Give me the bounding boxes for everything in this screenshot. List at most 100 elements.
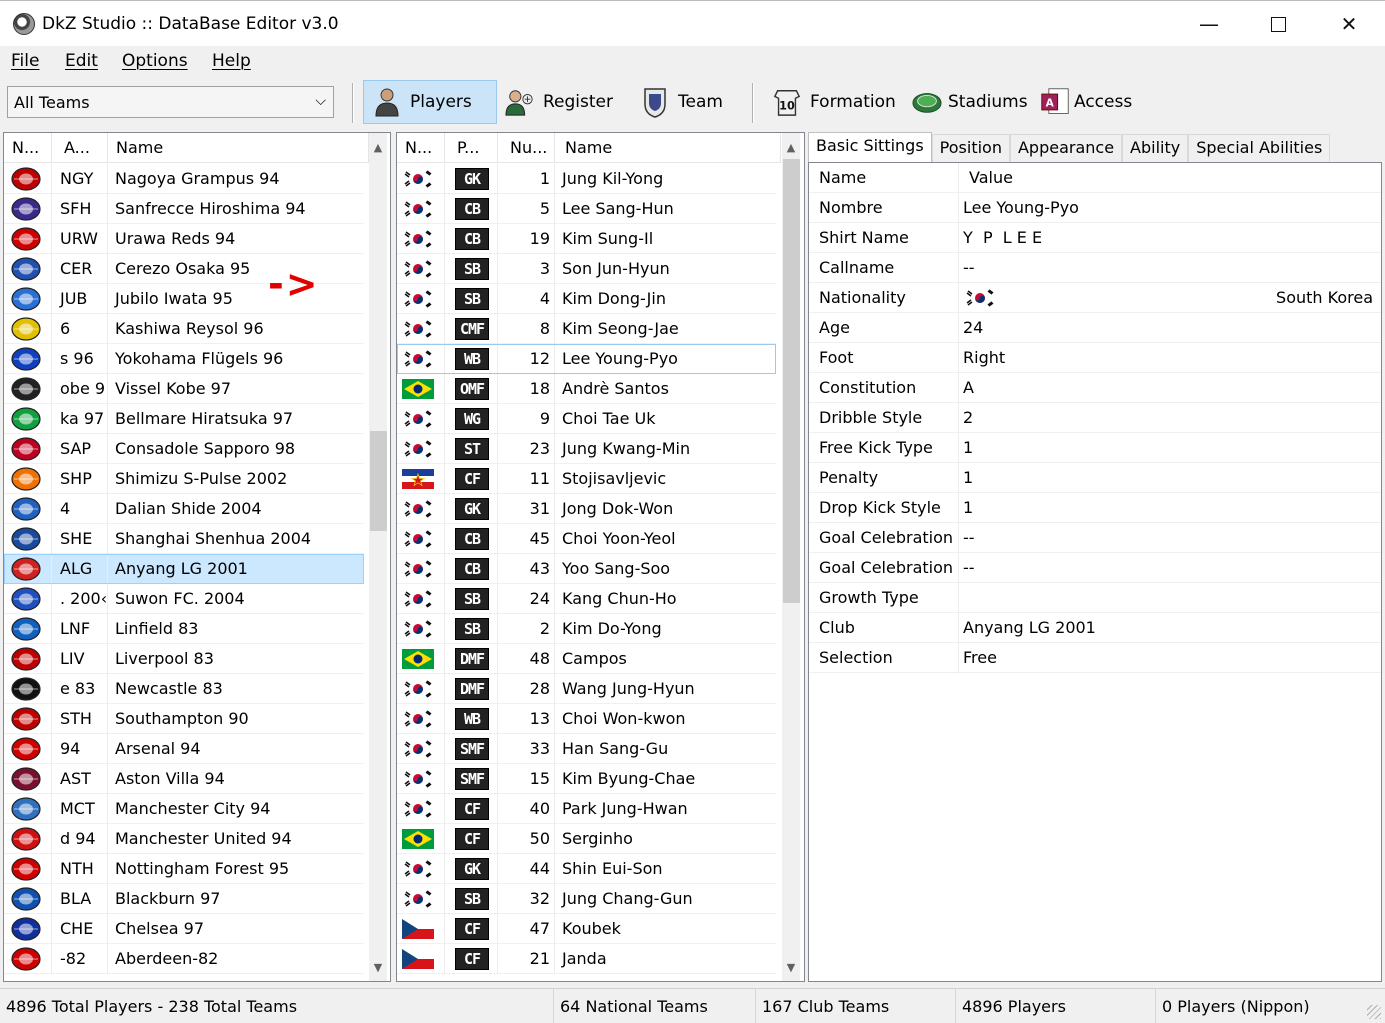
stadiums-button[interactable]: Stadiums	[904, 80, 1032, 124]
scroll-thumb[interactable]	[370, 431, 387, 531]
player-row[interactable]: SB 2 Kim Do-Yong	[397, 613, 776, 644]
team-row[interactable]: STH Southampton 90	[4, 703, 364, 734]
menu-options[interactable]: Options	[122, 51, 188, 71]
property-row[interactable]: Dribble Style 2	[809, 402, 1381, 433]
property-value[interactable]: Right	[959, 343, 1381, 373]
property-value[interactable]: 24	[959, 313, 1381, 343]
player-row[interactable]: GK 1 Jung Kil-Yong	[397, 163, 776, 194]
player-row[interactable]: GK 44 Shin Eui-Son	[397, 853, 776, 884]
property-value[interactable]: Lee Young-Pyo	[959, 193, 1381, 223]
property-value[interactable]: Y P L E E	[959, 223, 1381, 253]
property-value[interactable]: 1	[959, 463, 1381, 493]
property-row[interactable]: Age 24	[809, 312, 1381, 343]
team-row[interactable]: e 83 Newcastle 83	[4, 673, 364, 704]
property-row[interactable]: Shirt Name Y P L E E	[809, 222, 1381, 253]
property-row[interactable]: Selection Free	[809, 642, 1381, 673]
property-value[interactable]: 1	[959, 493, 1381, 523]
property-row[interactable]: Free Kick Type 1	[809, 432, 1381, 463]
property-value[interactable]	[959, 583, 1381, 613]
team-row[interactable]: ka 97 Bellmare Hiratsuka 97	[4, 403, 364, 434]
players-button[interactable]: Players	[363, 80, 497, 124]
property-value[interactable]: --	[959, 253, 1381, 283]
team-row[interactable]: s 96 Yokohama Flügels 96	[4, 343, 364, 374]
team-row[interactable]: NTH Nottingham Forest 95	[4, 853, 364, 884]
players-scrollbar[interactable]: ▲ ▼	[782, 133, 800, 981]
player-row[interactable]: CF 50 Serginho	[397, 823, 776, 854]
property-row[interactable]: Constitution A	[809, 372, 1381, 403]
property-value[interactable]: Free	[959, 643, 1381, 673]
player-row[interactable]: CB 5 Lee Sang-Hun	[397, 193, 776, 224]
property-grid[interactable]: Name Value Nombre Lee Young-Pyo Shirt Name…	[808, 162, 1382, 982]
players-list[interactable]: N... P... Nu... Name GK 1 Jung Kil-Yong CB 5…	[396, 132, 805, 982]
team-button[interactable]: Team	[632, 80, 742, 124]
col-header-abbr[interactable]: A...	[52, 133, 108, 163]
scroll-up-icon[interactable]: ▲	[369, 139, 387, 157]
team-row[interactable]: obe 9 Vissel Kobe 97	[4, 373, 364, 404]
player-row[interactable]: SB 3 Son Jun-Hyun	[397, 253, 776, 284]
team-row[interactable]: . 200‹ Suwon FC. 2004	[4, 583, 364, 614]
team-row[interactable]: BLA Blackburn 97	[4, 883, 364, 914]
player-row[interactable]: SB 4 Kim Dong-Jin	[397, 283, 776, 314]
player-row[interactable]: CB 45 Choi Yoon-Yeol	[397, 523, 776, 554]
maximize-button[interactable]	[1244, 1, 1312, 47]
player-row[interactable]: SMF 15 Kim Byung-Chae	[397, 763, 776, 794]
player-row[interactable]: CB 43 Yoo Sang-Soo	[397, 553, 776, 584]
property-row[interactable]: Penalty 1	[809, 462, 1381, 493]
team-row[interactable]: 94 Arsenal 94	[4, 733, 364, 764]
col-header-name[interactable]: Name	[108, 133, 369, 163]
teams-scrollbar[interactable]: ▲ ▼	[369, 133, 387, 981]
col-header-number[interactable]: Nu...	[498, 133, 555, 163]
access-button[interactable]: A Access	[1032, 80, 1152, 124]
tab-position[interactable]: Position	[931, 134, 1010, 162]
player-row[interactable]: WG 9 Choi Tae Uk	[397, 403, 776, 434]
menu-help[interactable]: Help	[212, 51, 251, 71]
player-row[interactable]: GK 31 Jong Dok-Won	[397, 493, 776, 524]
property-row[interactable]: Growth Type	[809, 582, 1381, 613]
property-row[interactable]: Goal Celebration 1 --	[809, 522, 1381, 553]
team-row[interactable]: ALG Anyang LG 2001	[4, 553, 364, 584]
player-row[interactable]: WB 12 Lee Young-Pyo	[397, 343, 776, 374]
property-value[interactable]: A	[959, 373, 1381, 403]
player-row[interactable]: CF 21 Janda	[397, 943, 776, 974]
register-button[interactable]: Register	[497, 80, 622, 124]
team-row[interactable]: -82 Aberdeen-82	[4, 943, 364, 974]
property-value[interactable]: 1	[959, 433, 1381, 463]
col-header-position[interactable]: P...	[445, 133, 498, 163]
property-value[interactable]: Anyang LG 2001	[959, 613, 1381, 643]
player-row[interactable]: CF 47 Koubek	[397, 913, 776, 944]
scroll-thumb[interactable]	[783, 159, 800, 603]
tab-appearance[interactable]: Appearance	[1009, 134, 1123, 162]
scroll-up-icon[interactable]: ▲	[782, 139, 800, 157]
property-row[interactable]: Foot Right	[809, 342, 1381, 373]
col-header-player-name[interactable]: Name	[555, 133, 781, 163]
property-value[interactable]: South Korea	[959, 283, 1381, 313]
player-row[interactable]: SMF 33 Han Sang-Gu	[397, 733, 776, 764]
team-row[interactable]: SHP Shimizu S-Pulse 2002	[4, 463, 364, 494]
property-row[interactable]: Nationality South Korea	[809, 282, 1381, 313]
property-row[interactable]: Callname --	[809, 252, 1381, 283]
team-row[interactable]: SFH Sanfrecce Hiroshima 94	[4, 193, 364, 224]
property-row[interactable]: Club Anyang LG 2001	[809, 612, 1381, 643]
player-row[interactable]: CB 19 Kim Sung-Il	[397, 223, 776, 254]
player-row[interactable]: DMF 28 Wang Jung-Hyun	[397, 673, 776, 704]
player-row[interactable]: CF 11 Stojisavljevic	[397, 463, 776, 494]
menu-file[interactable]: File	[11, 51, 39, 71]
player-row[interactable]: DMF 48 Campos	[397, 643, 776, 674]
team-row[interactable]: SHE Shanghai Shenhua 2004	[4, 523, 364, 554]
scroll-down-icon[interactable]: ▼	[369, 959, 387, 977]
property-row[interactable]: Goal Celebration 2 --	[809, 552, 1381, 583]
player-row[interactable]: SB 24 Kang Chun-Ho	[397, 583, 776, 614]
team-row[interactable]: 6 Kashiwa Reysol 96	[4, 313, 364, 344]
team-row[interactable]: d 94 Manchester United 94	[4, 823, 364, 854]
teams-list[interactable]: N... A... Name NGY Nagoya Grampus 94 SFH Sa…	[3, 132, 391, 982]
team-filter-dropdown[interactable]: All Teams ⌵	[7, 86, 334, 118]
player-row[interactable]: WB 13 Choi Won-kwon	[397, 703, 776, 734]
player-row[interactable]: CF 40 Park Jung-Hwan	[397, 793, 776, 824]
property-row[interactable]: Drop Kick Style 1	[809, 492, 1381, 523]
team-row[interactable]: CHE Chelsea 97	[4, 913, 364, 944]
team-row[interactable]: LNF Linfield 83	[4, 613, 364, 644]
team-row[interactable]: URW Urawa Reds 94	[4, 223, 364, 254]
team-row[interactable]: NGY Nagoya Grampus 94	[4, 163, 364, 194]
property-value[interactable]: --	[959, 523, 1381, 553]
minimize-button[interactable]: —	[1175, 1, 1243, 47]
